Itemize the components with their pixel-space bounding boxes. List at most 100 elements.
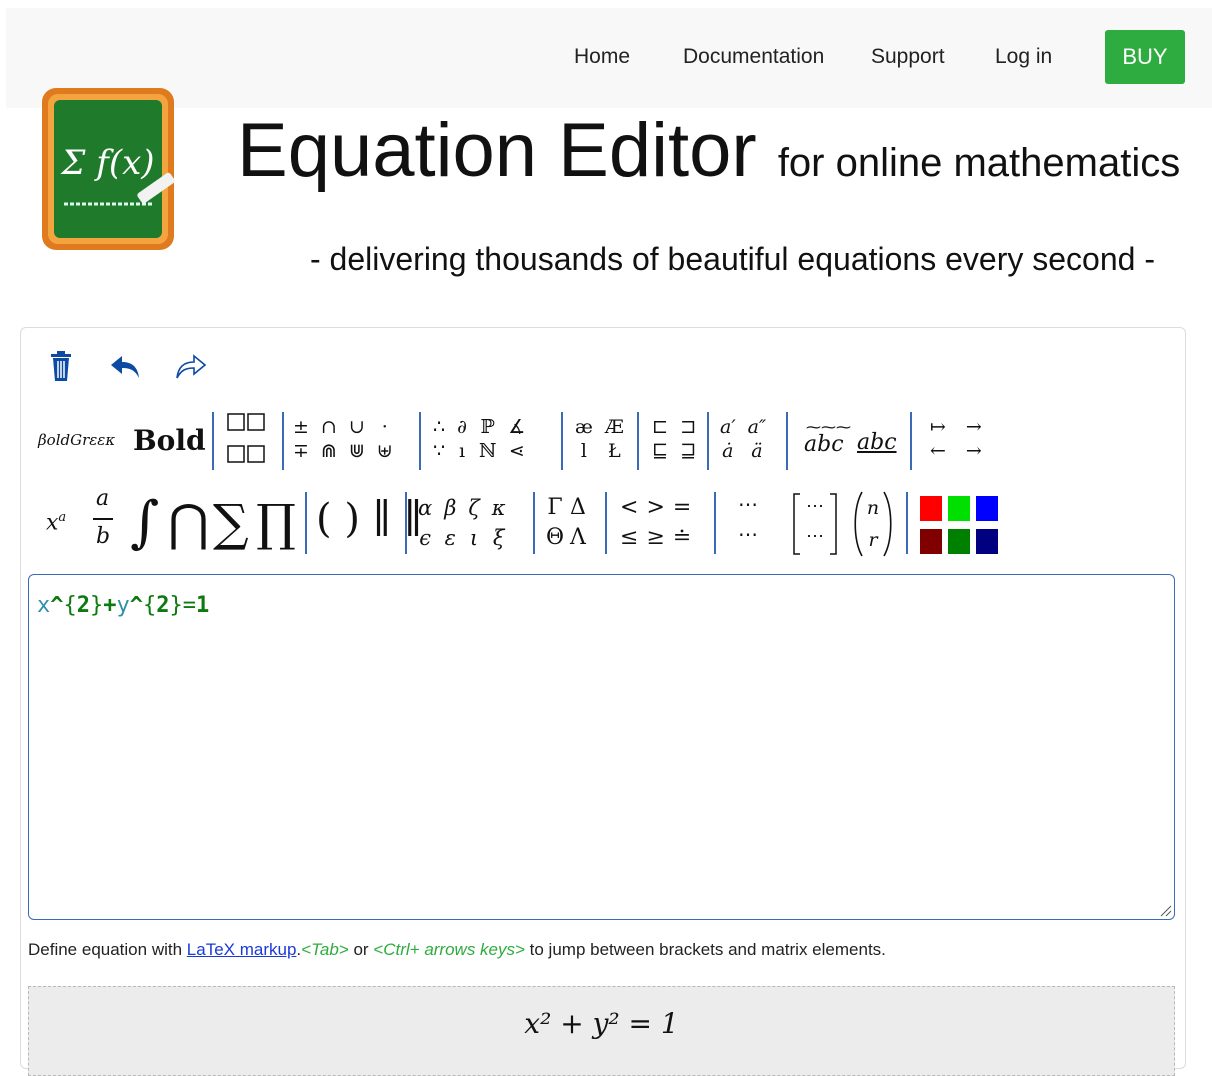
misc-symbols-group[interactable]: ∴ ∂ ℙ ∡ ∵ ı ℕ ⋖ (433, 416, 525, 462)
lambda-capital-symbol[interactable]: Λ (570, 524, 586, 552)
greater-than-symbol[interactable]: > (646, 494, 664, 522)
greater-equal-symbol[interactable]: ≥ (646, 524, 664, 552)
big-intersection-button[interactable]: ⋂ (168, 488, 209, 558)
double-dot-accent[interactable]: ä (748, 440, 766, 462)
plus-minus-symbol[interactable]: ± (293, 416, 309, 438)
left-arrow[interactable]: ← (930, 440, 946, 462)
power-button[interactable]: xa (46, 510, 66, 535)
kappa-symbol[interactable]: κ (492, 494, 506, 522)
xi-symbol[interactable]: ξ (492, 524, 506, 552)
nav-support-link[interactable]: Support (871, 46, 945, 68)
double-n-symbol[interactable]: ℕ (479, 440, 496, 462)
measured-angle-symbol[interactable]: ∡ (508, 416, 525, 438)
binomial-icon[interactable]: n r (852, 490, 894, 558)
accent-group[interactable]: a′ a″ ȧ ä (720, 416, 766, 462)
greek-lower-group[interactable]: α β ζ κ ϵ ε ι ξ (418, 494, 506, 552)
prime-accent[interactable]: a′ (720, 416, 736, 438)
ae-capital-letter[interactable]: Æ (605, 416, 624, 438)
less-than-symbol[interactable]: < (620, 494, 638, 522)
arrows-group[interactable]: ↦ → ← → (930, 416, 982, 462)
dots-bottom-button[interactable]: ⋯ (738, 522, 758, 546)
buy-button[interactable]: BUY (1105, 30, 1185, 84)
alpha-symbol[interactable]: α (418, 494, 432, 522)
minus-plus-symbol[interactable]: ∓ (293, 440, 309, 462)
dotless-i-symbol[interactable]: ı (457, 440, 467, 462)
less-equal-symbol[interactable]: ≤ (620, 524, 638, 552)
right-arrow[interactable]: → (966, 416, 982, 438)
integral-button[interactable]: ∫ (130, 488, 159, 558)
double-union-symbol[interactable]: ⋓ (349, 440, 365, 462)
maps-to-arrow[interactable]: ↦ (930, 416, 946, 438)
special-letters-group[interactable]: æ Æ l Ł (575, 416, 624, 462)
color-swatch-dark-green[interactable] (948, 529, 970, 554)
ae-letter[interactable]: æ (575, 416, 593, 438)
double-p-symbol[interactable]: ℙ (479, 416, 496, 438)
nav-home-link[interactable]: Home (574, 46, 630, 68)
double-intersection-symbol[interactable]: ⋒ (321, 440, 337, 462)
trash-icon[interactable] (50, 350, 72, 382)
gamma-capital-symbol[interactable]: Γ (546, 494, 564, 522)
square-superset-eq-symbol[interactable]: ⊒ (680, 440, 696, 462)
latex-editor-textarea[interactable]: x^{2}+y^{2}=1 (28, 574, 1175, 920)
dot-symbol[interactable]: · (377, 416, 393, 438)
intersection-symbol[interactable]: ∩ (321, 416, 337, 438)
toolbar-separator (561, 412, 563, 470)
sum-button[interactable]: ∑ (213, 488, 249, 558)
nav-login-link[interactable]: Log in (995, 46, 1052, 68)
bold-button[interactable]: Bold (133, 424, 206, 457)
l-letter[interactable]: l (575, 440, 593, 462)
square-subset-eq-symbol[interactable]: ⊑ (652, 440, 668, 462)
color-swatch-red[interactable] (920, 496, 942, 521)
latex-markup-link[interactable]: LaTeX markup (187, 940, 297, 959)
varepsilon-symbol[interactable]: ε (444, 524, 456, 552)
equals-symbol[interactable]: = (673, 494, 691, 522)
iota-symbol[interactable]: ι (468, 524, 479, 552)
underline-button[interactable]: abc (857, 430, 897, 455)
equation-preview: x² + y² = 1 (28, 986, 1175, 1076)
l-stroke-letter[interactable]: Ł (605, 440, 624, 462)
relations-group[interactable]: < > = ≤ ≥ ≐ (620, 494, 691, 552)
delta-capital-symbol[interactable]: Δ (570, 494, 586, 522)
dot-accent[interactable]: ȧ (720, 440, 736, 462)
greek-upper-group[interactable]: Γ Δ Θ Λ (546, 494, 586, 552)
subset-symbols-group[interactable]: ⊏ ⊐ ⊑ ⊒ (652, 416, 696, 462)
therefore-symbol[interactable]: ∴ (433, 416, 445, 438)
redo-icon[interactable] (176, 354, 206, 380)
color-swatch-dark-blue[interactable] (976, 529, 998, 554)
matrix-icon[interactable]: ⋯ ⋯ (792, 492, 838, 556)
wide-tilde-button[interactable]: abc (804, 432, 844, 457)
latex-code: x^{2}+y^{2}=1 (37, 593, 209, 618)
color-swatch-dark-red[interactable] (920, 529, 942, 554)
resize-handle-icon[interactable] (1160, 905, 1172, 917)
color-swatch-green[interactable] (948, 496, 970, 521)
partial-symbol[interactable]: ∂ (457, 416, 467, 438)
union-symbol[interactable]: ∪ (349, 416, 365, 438)
nav-documentation-link[interactable]: Documentation (683, 46, 824, 68)
product-button[interactable]: ∏ (256, 488, 296, 558)
multiset-union-symbol[interactable]: ⊎ (377, 440, 393, 462)
square-subset-symbol[interactable]: ⊏ (652, 416, 668, 438)
less-dot-symbol[interactable]: ⋖ (508, 440, 525, 462)
code-token: 1 (196, 593, 210, 618)
matrix-boxes-icon[interactable] (226, 412, 268, 468)
right-arrow-2[interactable]: → (966, 440, 982, 462)
dot-equal-symbol[interactable]: ≐ (673, 524, 691, 552)
theta-capital-symbol[interactable]: Θ (546, 524, 564, 552)
beta-symbol[interactable]: β (444, 494, 456, 522)
dots-top-button[interactable]: ⋯ (738, 492, 758, 516)
bold-greek-button[interactable]: βoldGrεεκ (38, 431, 115, 449)
toolbar-separator (910, 412, 912, 470)
toolbar-separator (282, 412, 284, 470)
page-title: Equation Editor for online mathematics (237, 106, 1180, 208)
fraction-denominator[interactable]: b (96, 524, 110, 549)
color-swatch-blue[interactable] (976, 496, 998, 521)
undo-icon[interactable] (110, 354, 140, 380)
toolbar-separator (786, 412, 788, 470)
fraction-numerator[interactable]: a (96, 486, 109, 511)
because-symbol[interactable]: ∵ (433, 440, 445, 462)
binary-operators-group[interactable]: ± ∩ ∪ · ∓ ⋒ ⋓ ⊎ (293, 416, 393, 462)
zeta-symbol[interactable]: ζ (468, 494, 479, 522)
double-prime-accent[interactable]: a″ (748, 416, 766, 438)
square-superset-symbol[interactable]: ⊐ (680, 416, 696, 438)
epsilon-symbol[interactable]: ϵ (418, 524, 432, 552)
